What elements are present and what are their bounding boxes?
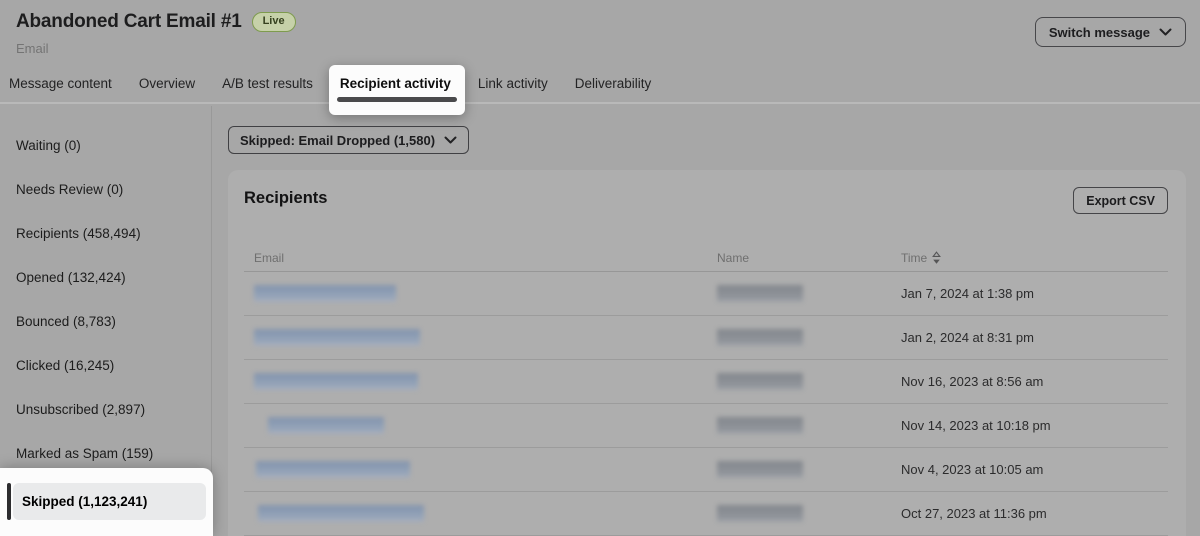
active-tab-underline <box>337 97 457 102</box>
time-cell: Nov 14, 2023 at 10:18 pm <box>901 404 1051 448</box>
page-header: Abandoned Cart Email #1 Live Email Switc… <box>0 0 1200 68</box>
sidebar-item-unsubscribed[interactable]: Unsubscribed (2,897) <box>0 388 212 432</box>
column-header-time-label: Time <box>901 251 927 265</box>
switch-message-label: Switch message <box>1049 25 1150 40</box>
sidebar-item-recipients[interactable]: Recipients (458,494) <box>0 212 212 256</box>
sidebar-item-needs-review[interactable]: Needs Review (0) <box>0 168 212 212</box>
tab-list: Message content Overview A/B test results R… <box>0 64 1200 102</box>
sidebar-item-label: Marked as Spam (159) <box>16 446 153 461</box>
title-row: Abandoned Cart Email #1 Live <box>16 11 296 33</box>
sidebar-item-label: Skipped (1,123,241) <box>22 494 147 509</box>
tab-overview[interactable]: Overview <box>139 76 195 91</box>
redacted-email-cell <box>254 285 396 302</box>
column-header-time[interactable]: Time <box>901 251 941 265</box>
column-header-name: Name <box>717 251 749 265</box>
table-body: Jan 7, 2024 at 1:38 pmJan 2, 2024 at 8:3… <box>244 272 1168 536</box>
tab-deliverability[interactable]: Deliverability <box>575 76 652 91</box>
export-csv-button[interactable]: Export CSV <box>1073 187 1168 214</box>
status-badge: Live <box>252 12 296 32</box>
card-title: Recipients <box>244 189 327 208</box>
redacted-name-cell <box>717 285 803 302</box>
sidebar-item-label: Recipients (458,494) <box>16 226 141 241</box>
redacted-email-cell <box>256 461 410 478</box>
redacted-email-cell <box>268 417 384 434</box>
time-cell: Oct 27, 2023 at 11:36 pm <box>901 492 1047 536</box>
recipient-filter-label: Skipped: Email Dropped (1,580) <box>240 133 435 148</box>
chevron-down-icon <box>1159 28 1172 36</box>
sidebar-item-waiting[interactable]: Waiting (0) <box>0 124 212 168</box>
switch-message-button[interactable]: Switch message <box>1035 17 1186 47</box>
tab-a-b-test-results[interactable]: A/B test results <box>222 76 313 91</box>
chevron-down-icon <box>444 136 457 144</box>
redacted-email-cell <box>258 505 424 522</box>
tab-recipient-activity[interactable]: Recipient activity <box>340 76 451 91</box>
sidebar-item-label: Waiting (0) <box>16 138 81 153</box>
redacted-name-cell <box>717 417 803 434</box>
sort-icon <box>932 251 941 265</box>
table-row: Nov 16, 2023 at 8:56 am <box>244 360 1168 404</box>
redacted-name-cell <box>717 461 803 478</box>
redacted-email-cell <box>254 373 418 390</box>
tab-label: Recipient activity <box>340 76 451 91</box>
tab-link-activity[interactable]: Link activity <box>478 76 548 91</box>
sidebar-item-label: Bounced (8,783) <box>16 314 116 329</box>
table-row: Nov 14, 2023 at 10:18 pm <box>244 404 1168 448</box>
table-row: Oct 27, 2023 at 11:36 pm <box>244 492 1168 536</box>
sidebar-item-label: Opened (132,424) <box>16 270 126 285</box>
table-header-row: Email Name Time <box>244 245 1168 272</box>
tab-message-content[interactable]: Message content <box>9 76 112 91</box>
tab-bar: Message content Overview A/B test results R… <box>0 64 1200 104</box>
page-title: Abandoned Cart Email #1 <box>16 11 242 33</box>
redacted-name-cell <box>717 505 803 522</box>
column-header-email: Email <box>254 251 284 265</box>
recipient-status-sidebar: Waiting (0) Needs Review (0) Recipients (4… <box>0 106 212 536</box>
time-cell: Jan 2, 2024 at 8:31 pm <box>901 316 1034 360</box>
recipient-filter-dropdown[interactable]: Skipped: Email Dropped (1,580) <box>228 126 469 154</box>
recipients-card: Recipients Export CSV Email Name Time Ja… <box>228 170 1186 536</box>
redacted-name-cell <box>717 373 803 390</box>
table-row: Jan 7, 2024 at 1:38 pm <box>244 272 1168 316</box>
sidebar-item-bounced[interactable]: Bounced (8,783) <box>0 300 212 344</box>
table-row: Jan 2, 2024 at 8:31 pm <box>244 316 1168 360</box>
time-cell: Jan 7, 2024 at 1:38 pm <box>901 272 1034 316</box>
redacted-name-cell <box>717 329 803 346</box>
time-cell: Nov 16, 2023 at 8:56 am <box>901 360 1043 404</box>
sidebar-item-list: Waiting (0) Needs Review (0) Recipients (4… <box>0 106 211 536</box>
sidebar-item-skipped[interactable]: Skipped (1,123,241) <box>13 483 206 520</box>
recipient-activity-screen: Abandoned Cart Email #1 Live Email Switc… <box>0 0 1200 536</box>
sidebar-item-label: Unsubscribed (2,897) <box>16 402 145 417</box>
sidebar-item-label: Clicked (16,245) <box>16 358 114 373</box>
sidebar-item-marked-as-spam[interactable]: Marked as Spam (159) <box>0 432 212 476</box>
sidebar-item-opened[interactable]: Opened (132,424) <box>0 256 212 300</box>
sidebar-item-label: Needs Review (0) <box>16 182 123 197</box>
sidebar-item-clicked[interactable]: Clicked (16,245) <box>0 344 212 388</box>
redacted-email-cell <box>254 329 420 346</box>
page-subtitle: Email <box>16 41 49 56</box>
table-row: Nov 4, 2023 at 10:05 am <box>244 448 1168 492</box>
time-cell: Nov 4, 2023 at 10:05 am <box>901 448 1043 492</box>
